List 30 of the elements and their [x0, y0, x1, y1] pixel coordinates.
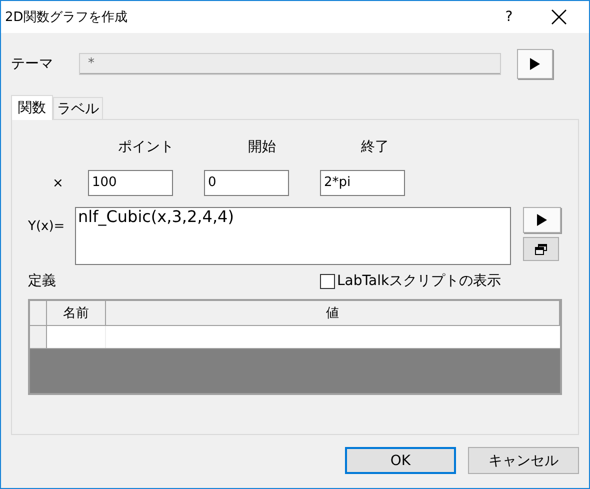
play-icon: [537, 214, 547, 226]
empty-table-row[interactable]: [30, 326, 560, 349]
theme-field[interactable]: *: [79, 53, 501, 75]
expand-button[interactable]: [523, 237, 559, 261]
ok-button[interactable]: OK: [345, 447, 456, 474]
function-label: Y(x)=: [28, 218, 66, 236]
column-heading: ポイント: [117, 138, 175, 156]
window-title: 2D関数グラフを作成: [5, 9, 128, 26]
function-field[interactable]: nlf_Cubic(x,3,2,4,4): [75, 207, 511, 265]
play-icon: [530, 58, 540, 70]
column-heading: 終了: [360, 138, 390, 156]
tab[interactable]: 関数: [11, 95, 53, 120]
close-icon[interactable]: [551, 9, 567, 25]
column-heading: 開始: [247, 138, 277, 156]
input-field[interactable]: 0: [204, 170, 289, 196]
x-label: ×: [52, 176, 64, 190]
checkbox-label[interactable]: LabTalkスクリプトの表示: [337, 272, 502, 290]
column-header[interactable]: 名前: [47, 301, 106, 325]
input-field[interactable]: 2*pi: [320, 170, 405, 196]
theme-label: テーマ: [11, 55, 54, 73]
theme-menu-button[interactable]: [517, 49, 553, 79]
input-field[interactable]: 100: [88, 170, 173, 196]
windows-icon: [535, 244, 547, 254]
tab[interactable]: ラベル: [53, 97, 103, 119]
column-header[interactable]: 値: [106, 301, 560, 325]
definitions-label: 定義: [28, 272, 57, 290]
checkbox[interactable]: [320, 274, 335, 288]
help-button[interactable]: ?: [489, 9, 529, 25]
cancel-button[interactable]: キャンセル: [468, 447, 579, 474]
function-menu-button[interactable]: [523, 207, 561, 233]
